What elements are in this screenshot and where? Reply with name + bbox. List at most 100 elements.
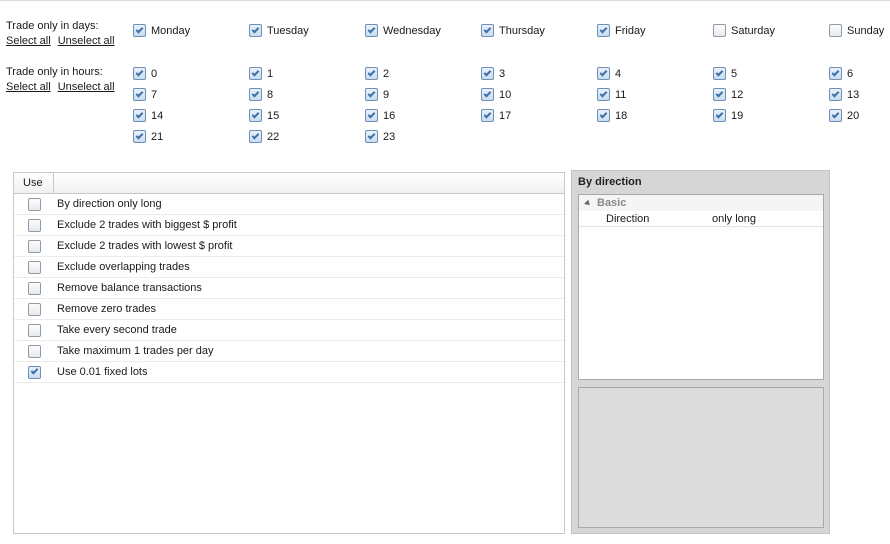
use-checkbox[interactable] xyxy=(27,218,41,232)
table-row[interactable]: Remove zero trades xyxy=(14,299,564,320)
use-checkbox[interactable] xyxy=(27,302,41,316)
use-checkbox[interactable] xyxy=(27,239,41,253)
property-row[interactable]: Direction only long xyxy=(579,211,823,227)
hour-option-5[interactable]: 5 xyxy=(713,67,737,80)
hour-checkbox[interactable] xyxy=(133,88,146,101)
use-checkbox[interactable] xyxy=(27,281,41,295)
hour-option-16[interactable]: 16 xyxy=(365,109,395,122)
hour-option-1[interactable]: 1 xyxy=(249,67,273,80)
hour-checkbox[interactable] xyxy=(133,67,146,80)
day-option-saturday[interactable]: Saturday xyxy=(713,24,775,37)
table-row[interactable]: Exclude 2 trades with lowest $ profit xyxy=(14,236,564,257)
hour-checkbox[interactable] xyxy=(597,109,610,122)
hour-option-2[interactable]: 2 xyxy=(365,67,389,80)
table-row[interactable]: Take maximum 1 trades per day xyxy=(14,341,564,362)
hour-option-7[interactable]: 7 xyxy=(133,88,157,101)
hour-checkbox[interactable] xyxy=(829,67,842,80)
hour-checkbox[interactable] xyxy=(249,67,262,80)
property-panel-title: By direction xyxy=(578,176,642,188)
use-checkbox[interactable] xyxy=(27,344,41,358)
days-select-all-link[interactable]: Select all xyxy=(6,35,51,47)
days-unselect-all-link[interactable]: Unselect all xyxy=(58,35,115,47)
day-option-sunday[interactable]: Sunday xyxy=(829,24,884,37)
hour-label: 13 xyxy=(847,88,860,101)
table-row[interactable]: Remove balance transactions xyxy=(14,278,564,299)
hour-option-11[interactable]: 11 xyxy=(597,88,626,101)
hour-checkbox[interactable] xyxy=(133,109,146,122)
hour-option-20[interactable]: 20 xyxy=(829,109,859,122)
day-checkbox[interactable] xyxy=(249,24,262,37)
hour-option-0[interactable]: 0 xyxy=(133,67,157,80)
hour-checkbox[interactable] xyxy=(365,88,378,101)
hour-option-3[interactable]: 3 xyxy=(481,67,505,80)
hour-checkbox[interactable] xyxy=(713,109,726,122)
hour-checkbox[interactable] xyxy=(713,67,726,80)
hour-option-18[interactable]: 18 xyxy=(597,109,627,122)
hour-checkbox[interactable] xyxy=(365,130,378,143)
hour-checkbox[interactable] xyxy=(133,130,146,143)
hour-option-23[interactable]: 23 xyxy=(365,130,395,143)
hours-label: Trade only in hours: xyxy=(6,66,103,78)
hour-option-17[interactable]: 17 xyxy=(481,109,511,122)
hour-option-15[interactable]: 15 xyxy=(249,109,279,122)
table-row[interactable]: Exclude overlapping trades xyxy=(14,257,564,278)
hour-option-22[interactable]: 22 xyxy=(249,130,279,143)
filter-name: Use 0.01 fixed lots xyxy=(57,366,148,378)
property-category-basic[interactable]: Basic xyxy=(579,195,823,211)
day-checkbox[interactable] xyxy=(713,24,726,37)
use-checkbox[interactable] xyxy=(27,365,41,379)
use-checkbox[interactable] xyxy=(27,197,41,211)
day-option-tuesday[interactable]: Tuesday xyxy=(249,24,309,37)
hour-checkbox[interactable] xyxy=(597,88,610,101)
day-option-thursday[interactable]: Thursday xyxy=(481,24,545,37)
hour-checkbox[interactable] xyxy=(829,88,842,101)
hour-checkbox[interactable] xyxy=(365,109,378,122)
hour-label: 16 xyxy=(383,109,396,122)
hour-checkbox[interactable] xyxy=(597,67,610,80)
expand-arrow-icon[interactable] xyxy=(584,199,592,207)
column-header-use[interactable]: Use xyxy=(14,173,54,193)
day-checkbox[interactable] xyxy=(829,24,842,37)
day-checkbox[interactable] xyxy=(597,24,610,37)
day-checkbox[interactable] xyxy=(365,24,378,37)
hour-option-6[interactable]: 6 xyxy=(829,67,853,80)
hour-option-10[interactable]: 10 xyxy=(481,88,511,101)
hour-label: 3 xyxy=(499,67,506,80)
day-checkbox[interactable] xyxy=(481,24,494,37)
property-value[interactable]: only long xyxy=(712,213,756,225)
checkmark-icon xyxy=(251,131,260,139)
hour-option-9[interactable]: 9 xyxy=(365,88,389,101)
hour-checkbox[interactable] xyxy=(249,88,262,101)
hour-option-12[interactable]: 12 xyxy=(713,88,743,101)
column-header-name[interactable] xyxy=(54,173,564,193)
hour-checkbox[interactable] xyxy=(249,109,262,122)
hour-option-21[interactable]: 21 xyxy=(133,130,163,143)
hour-checkbox[interactable] xyxy=(481,109,494,122)
hour-option-8[interactable]: 8 xyxy=(249,88,273,101)
use-checkbox[interactable] xyxy=(27,260,41,274)
hour-checkbox[interactable] xyxy=(713,88,726,101)
hours-select-all-link[interactable]: Select all xyxy=(6,81,51,93)
day-option-monday[interactable]: Monday xyxy=(133,24,190,37)
table-row[interactable]: Exclude 2 trades with biggest $ profit xyxy=(14,215,564,236)
hours-unselect-all-link[interactable]: Unselect all xyxy=(58,81,115,93)
table-row[interactable]: By direction only long xyxy=(14,194,564,215)
hour-label: 7 xyxy=(151,88,158,101)
use-checkbox[interactable] xyxy=(27,323,41,337)
hour-option-4[interactable]: 4 xyxy=(597,67,621,80)
day-option-friday[interactable]: Friday xyxy=(597,24,646,37)
hour-checkbox[interactable] xyxy=(481,67,494,80)
day-option-wednesday[interactable]: Wednesday xyxy=(365,24,441,37)
hour-checkbox[interactable] xyxy=(249,130,262,143)
hour-label: 15 xyxy=(267,109,280,122)
day-checkbox[interactable] xyxy=(133,24,146,37)
property-name: Direction xyxy=(606,212,650,225)
hour-checkbox[interactable] xyxy=(365,67,378,80)
hour-option-13[interactable]: 13 xyxy=(829,88,859,101)
hour-option-19[interactable]: 19 xyxy=(713,109,743,122)
hour-checkbox[interactable] xyxy=(481,88,494,101)
table-row[interactable]: Take every second trade xyxy=(14,320,564,341)
hour-option-14[interactable]: 14 xyxy=(133,109,163,122)
hour-checkbox[interactable] xyxy=(829,109,842,122)
table-row[interactable]: Use 0.01 fixed lots xyxy=(14,362,564,383)
